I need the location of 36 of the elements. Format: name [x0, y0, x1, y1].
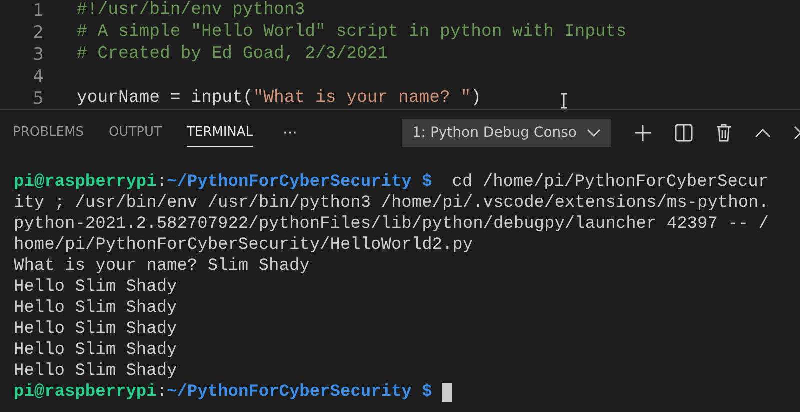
terminal-output-line: Hello Slim Shady: [14, 319, 178, 340]
line-number: 3: [32, 44, 44, 66]
panel-tab[interactable]: PROBLEMS: [13, 118, 84, 146]
code-line: # Created by Ed Goad, 2/3/2021: [77, 44, 388, 66]
line-number: 4: [32, 66, 44, 88]
code-line: #!/usr/bin/env python3: [77, 0, 306, 22]
code-line: yourName = input("What is your name? "): [77, 88, 482, 109]
terminal-output-line: Hello Slim Shady: [14, 361, 178, 382]
terminal-output-line: Hello Slim Shady: [14, 277, 178, 298]
terminal-output-line: Hello Slim Shady: [14, 298, 178, 319]
terminal-output-line: ity ; /usr/bin/env /usr/bin/python3 /home/pi/.vscode/extensions/ms-python.: [14, 193, 769, 214]
prompt-user: pi@raspberrypi: [14, 382, 157, 403]
prompt-separator: :: [156, 382, 168, 403]
chevron-down-icon: [587, 128, 601, 136]
panel-tab[interactable]: TERMINAL: [186, 118, 254, 146]
chevron-up-icon[interactable]: [755, 128, 771, 138]
split-icon[interactable]: [675, 124, 693, 142]
prompt-path: ~/PythonForCyberSecurity $: [167, 382, 432, 403]
code-line: # A simple "Hello World" script in python with Inputs: [77, 22, 627, 44]
line-number: 5: [32, 88, 44, 109]
terminal-output-line: home/pi/PythonForCyberSecurity/HelloWorld2.py: [14, 235, 474, 256]
terminal-output-line: What is your name? Slim Shady: [14, 256, 310, 277]
line-number: 2: [32, 22, 44, 44]
text-cursor-icon: [560, 93, 568, 109]
plus-icon[interactable]: [634, 124, 652, 142]
prompt-separator: :: [156, 172, 168, 193]
panel-tab[interactable]: OUTPUT: [108, 118, 162, 146]
terminal-command: cd /home/pi/PythonForCyberSecur: [452, 172, 769, 193]
terminal-dropdown[interactable]: 1: Python Debug Conso: [402, 118, 611, 146]
prompt-user: pi@raspberrypi: [14, 172, 157, 193]
terminal-output-line: python-2021.2.582707922/pythonFiles/lib/python/debugpy/launcher 42397 -- /: [14, 214, 769, 235]
trash-icon[interactable]: [716, 124, 732, 142]
terminal-output-line: Hello Slim Shady: [14, 340, 178, 361]
prompt-path: ~/PythonForCyberSecurity $: [167, 172, 432, 193]
more-actions-button[interactable]: ···: [283, 124, 298, 142]
line-number: 1: [32, 0, 44, 22]
